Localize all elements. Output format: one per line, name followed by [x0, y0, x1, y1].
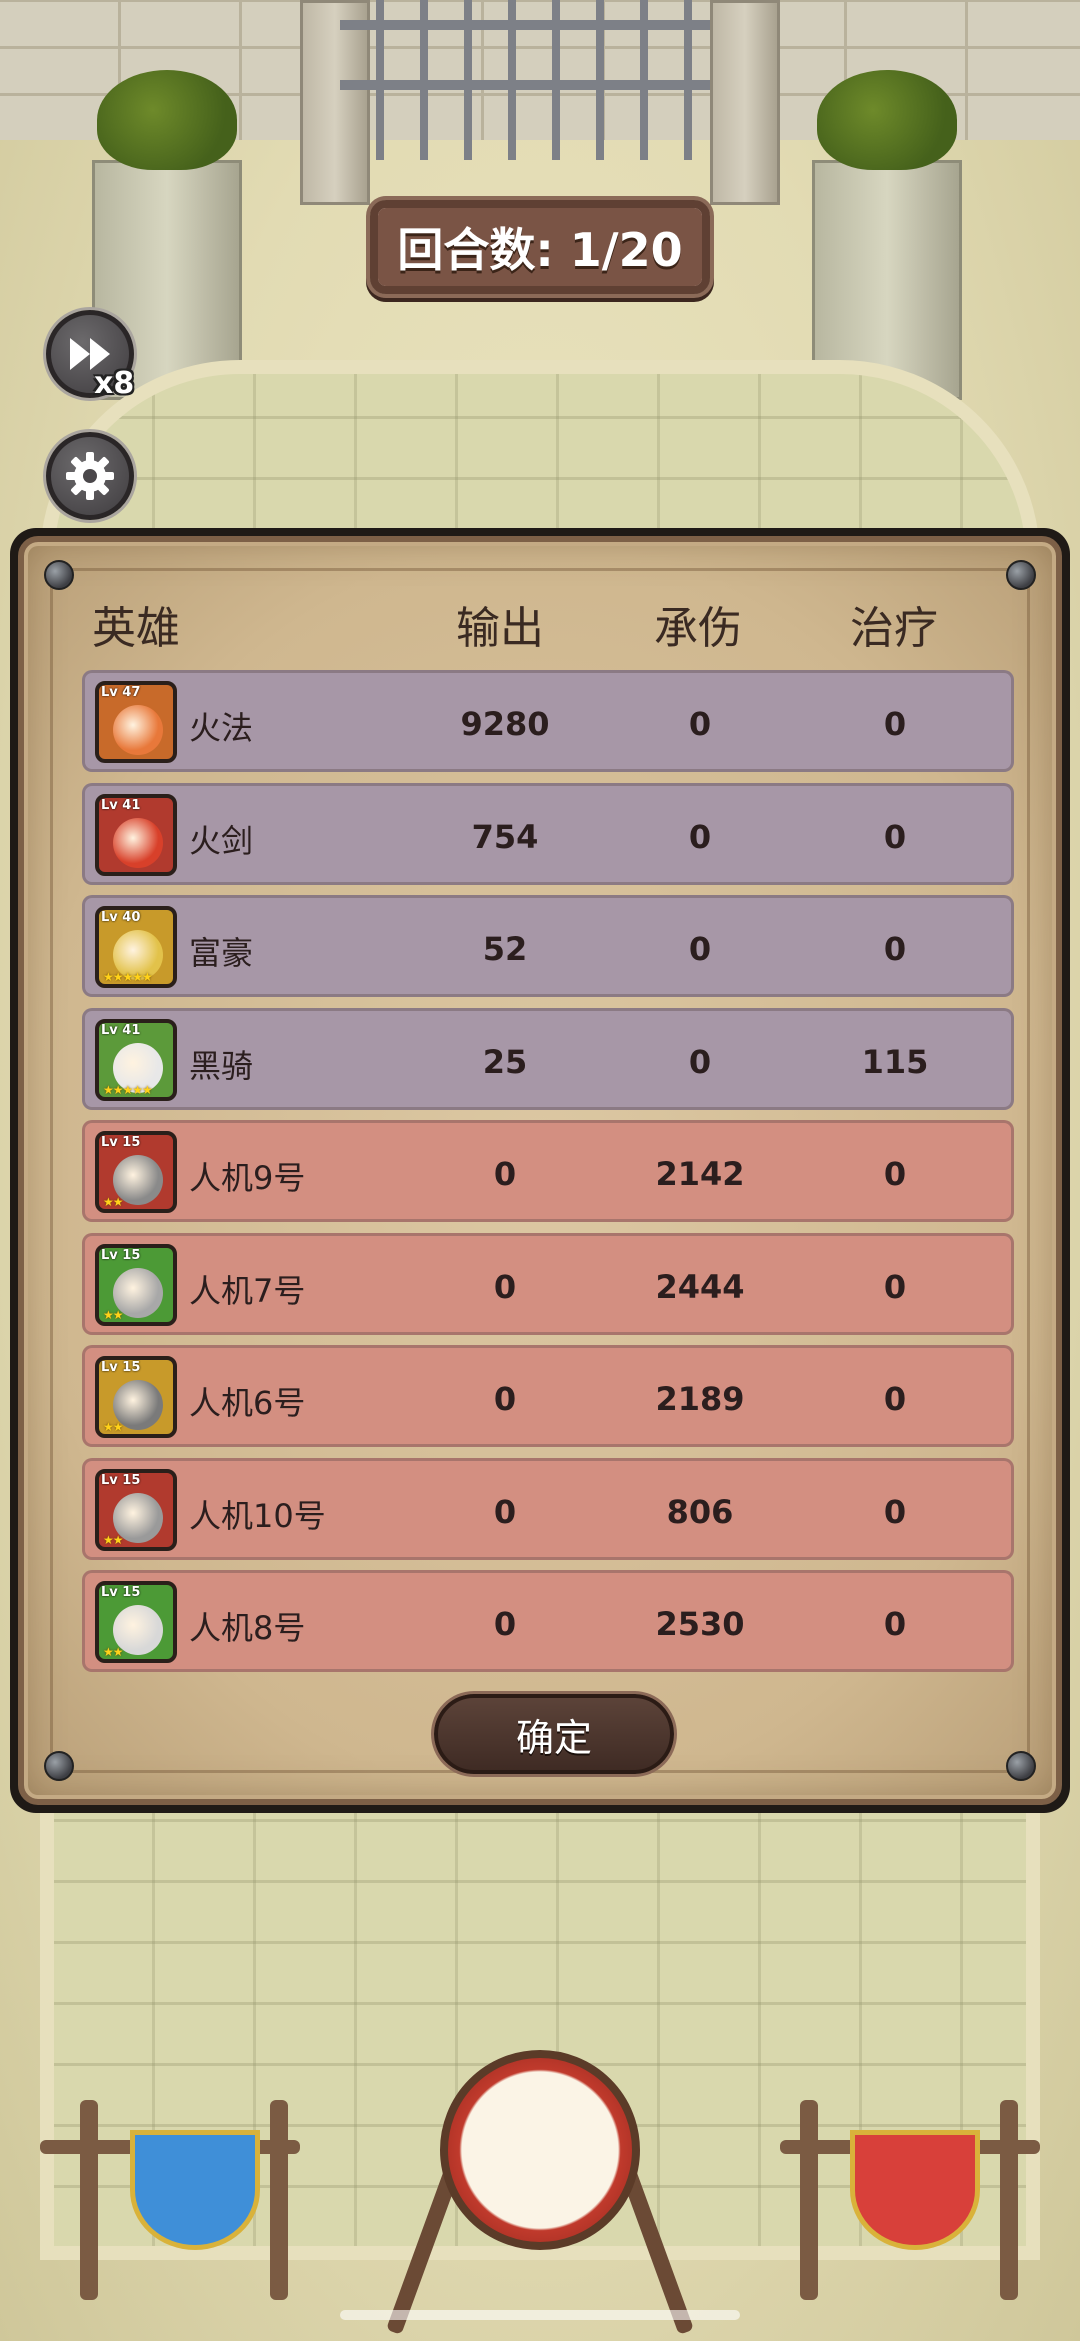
hero-level: Lv 15: [101, 1247, 141, 1263]
hero-name: 人机6号: [189, 1384, 306, 1422]
hero-damage-taken-value: 0: [688, 930, 712, 968]
hero-stats-row: Lv 40 ★★★★★ 富豪 52 0 0: [82, 895, 1014, 997]
hero-healing-value: 0: [883, 1492, 907, 1531]
hero-stats-row: Lv 15 ★★ 人机6号 0 2189 0: [82, 1345, 1014, 1447]
gear-icon: [66, 452, 114, 500]
hero-stars: ★★★★★: [103, 970, 153, 984]
hero-output-value: 0: [493, 1380, 517, 1418]
hero-level: Lv 15: [101, 1135, 141, 1150]
hero-name: 人机7号: [189, 1271, 306, 1310]
hero-stats-row: Lv 47 火法 9280 0 0: [82, 670, 1014, 772]
hero-portrait: Lv 47: [95, 681, 177, 763]
hero-damage-taken-value: 0: [688, 1042, 712, 1081]
hero-healing-value: 0: [883, 705, 907, 743]
hero-stats-row: Lv 15 ★★ 人机10号 0 806 0: [82, 1457, 1014, 1560]
hero-name: 人机10号: [189, 1496, 326, 1535]
hero-stats-row: Lv 15 ★★ 人机8号 0 2530 0: [82, 1570, 1014, 1672]
hero-level: Lv 41: [101, 1022, 141, 1038]
hero-stats-row: Lv 15 ★★ 人机9号 0 2142 0: [82, 1120, 1014, 1222]
hero-healing-value: 0: [883, 1380, 907, 1418]
hero-output-value: 25: [482, 1042, 528, 1081]
hero-level: Lv 40: [101, 910, 141, 925]
hero-healing-value: 0: [883, 1605, 907, 1643]
hero-damage-taken-value: 2444: [655, 1267, 745, 1306]
hero-healing-value: 0: [883, 817, 907, 856]
hero-stats-row: Lv 41 ★★★★★ 黑骑 25 0 115: [82, 1007, 1014, 1110]
hero-stars: ★★: [103, 1307, 123, 1322]
hero-level: Lv 15: [101, 1472, 141, 1488]
hero-output-value: 754: [471, 817, 539, 856]
hero-face-icon: [113, 705, 163, 755]
hero-stars: ★★: [103, 1532, 123, 1547]
hero-damage-taken-value: 2189: [655, 1380, 745, 1418]
hero-damage-taken-value: 0: [688, 817, 712, 856]
hero-healing-value: 0: [883, 930, 907, 968]
stats-list: Lv 47 火法 9280 0 0 Lv 41 火剑 754 0 0 Lv 40…: [82, 670, 1014, 1683]
planter-right: [812, 70, 962, 400]
header-output: 输出: [456, 603, 544, 654]
portcullis-gate: [300, 0, 780, 205]
hero-portrait: Lv 15 ★★: [95, 1468, 177, 1551]
hero-name: 火法: [189, 709, 254, 747]
hero-level: Lv 15: [101, 1585, 141, 1600]
battle-drum: [440, 2050, 640, 2250]
hero-output-value: 0: [493, 1492, 517, 1531]
hero-output-value: 52: [482, 930, 528, 968]
hero-damage-taken-value: 0: [688, 705, 712, 743]
hero-level: Lv 15: [101, 1360, 141, 1375]
hero-healing-value: 0: [883, 1155, 907, 1193]
hero-name: 黑骑: [189, 1046, 254, 1085]
battle-stats-panel: 英雄 输出 承伤 治疗 Lv 47 火法 9280 0 0 Lv 41 火剑 7…: [10, 528, 1070, 1813]
confirm-button[interactable]: 确定: [434, 1694, 674, 1774]
hero-stars: ★★★★★: [103, 1082, 153, 1097]
hero-healing-value: 115: [861, 1042, 929, 1081]
hero-stars: ★★: [103, 1420, 123, 1434]
header-damage-taken: 承伤: [654, 603, 742, 654]
hero-stats-row: Lv 41 火剑 754 0 0: [82, 782, 1014, 885]
round-counter-text: 回合数: 1/20: [378, 208, 702, 286]
hero-name: 人机8号: [189, 1609, 306, 1647]
planter-left: [92, 70, 242, 400]
hero-healing-value: 0: [883, 1267, 907, 1306]
hero-portrait: Lv 40 ★★★★★: [95, 906, 177, 988]
red-banner-fence: [780, 2100, 1040, 2300]
hero-damage-taken-value: 2530: [655, 1605, 745, 1643]
hero-portrait: Lv 15 ★★: [95, 1356, 177, 1438]
hero-stats-row: Lv 15 ★★ 人机7号 0 2444 0: [82, 1232, 1014, 1335]
hero-portrait: Lv 15 ★★: [95, 1131, 177, 1213]
hero-stars: ★★: [103, 1195, 123, 1209]
hero-portrait: Lv 41 ★★★★★: [95, 1018, 177, 1101]
hero-portrait: Lv 15 ★★: [95, 1243, 177, 1326]
hero-level: Lv 47: [101, 685, 141, 700]
rivet: [44, 560, 74, 590]
speed-multiplier-label: x8: [94, 366, 135, 401]
rivet: [44, 1751, 74, 1781]
header-healing: 治疗: [850, 603, 938, 654]
settings-button[interactable]: [46, 432, 134, 520]
round-counter: 回合数: 1/20: [370, 200, 710, 294]
hero-name: 富豪: [189, 934, 254, 972]
hero-portrait: Lv 15 ★★: [95, 1581, 177, 1663]
hero-output-value: 9280: [460, 705, 550, 743]
hero-damage-taken-value: 2142: [655, 1155, 745, 1193]
header-hero: 英雄: [92, 603, 180, 654]
hero-name: 火剑: [189, 821, 254, 860]
hero-damage-taken-value: 806: [666, 1492, 734, 1531]
hero-stars: ★★: [103, 1645, 123, 1659]
stats-header-row: 英雄 输出 承伤 治疗: [24, 592, 1056, 662]
hero-output-value: 0: [493, 1605, 517, 1643]
rivet: [1006, 560, 1036, 590]
hero-face-icon: [113, 817, 163, 868]
blue-banner-fence: [40, 2100, 300, 2300]
hero-output-value: 0: [493, 1155, 517, 1193]
hero-output-value: 0: [493, 1267, 517, 1306]
rivet: [1006, 1751, 1036, 1781]
hero-name: 人机9号: [189, 1159, 306, 1197]
hero-portrait: Lv 41: [95, 793, 177, 876]
hero-level: Lv 41: [101, 797, 141, 813]
home-indicator: [340, 2310, 740, 2320]
